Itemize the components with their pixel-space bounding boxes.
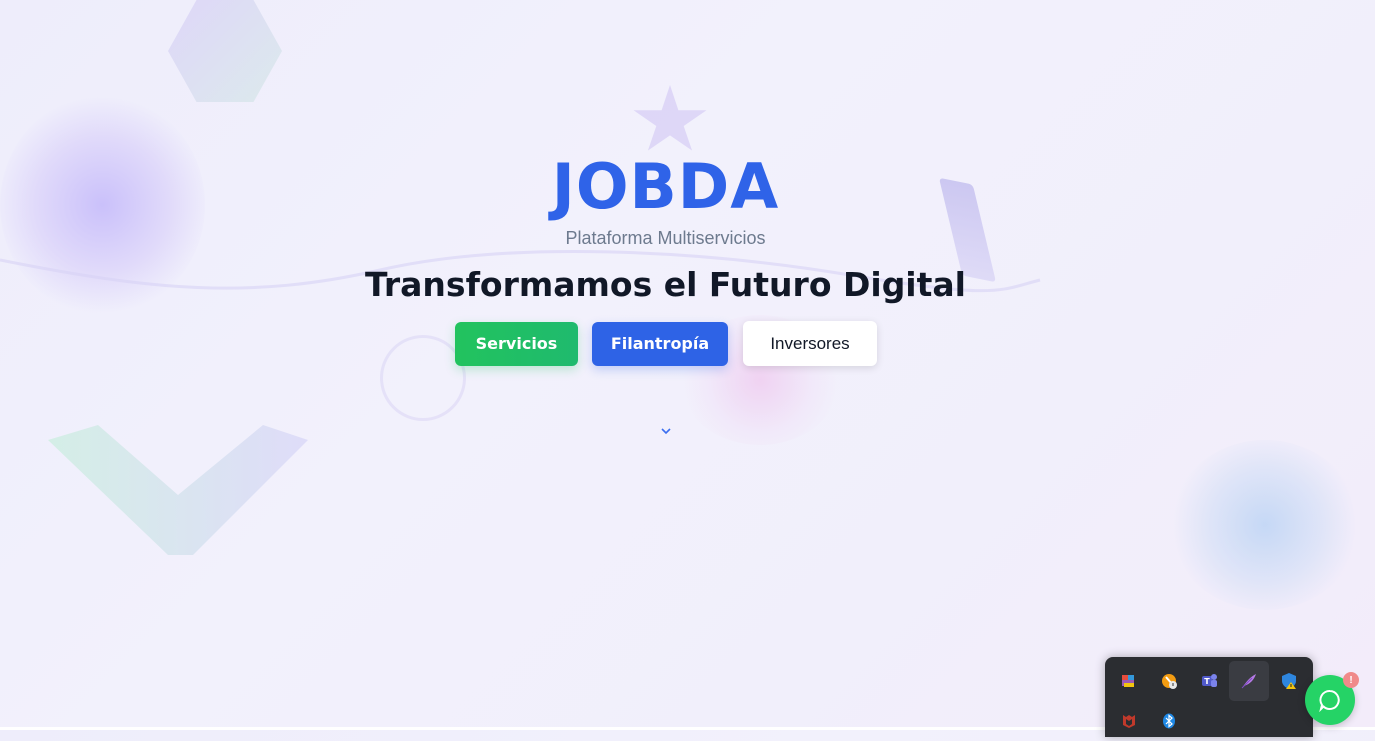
hero-subtitle: Plataforma Multiservicios — [565, 228, 766, 248]
background-star-shape — [633, 85, 707, 151]
whatsapp-notification-badge: ! — [1343, 672, 1359, 688]
system-tray-overflow: T — [1105, 657, 1313, 737]
background-blob-blue — [1170, 440, 1360, 610]
philanthropy-button[interactable]: Filantropía — [592, 321, 728, 366]
background-chevron-shape — [48, 425, 308, 555]
vlc-alert-icon[interactable] — [1149, 661, 1189, 701]
hero-buttons: Servicios Filantropía Inversores — [455, 321, 877, 366]
hero-headline: Transformamos el Futuro Digital — [365, 265, 966, 304]
picpick-icon[interactable] — [1109, 661, 1149, 701]
hero-section: JOBDA Plataforma Multiservicios Transfor… — [0, 150, 1375, 304]
services-button[interactable]: Servicios — [455, 321, 578, 366]
svg-text:T: T — [1204, 677, 1210, 686]
background-hexagon-shape — [168, 0, 282, 102]
scroll-down-chevron-icon[interactable] — [658, 425, 674, 441]
defender-warning-icon[interactable] — [1269, 661, 1309, 701]
teams-icon[interactable]: T — [1189, 661, 1229, 701]
mcafee-icon[interactable] — [1109, 701, 1149, 741]
brand-logo[interactable]: JOBDA — [0, 150, 1353, 224]
investors-button[interactable]: Inversores — [743, 321, 877, 366]
background-ring-shape — [380, 335, 466, 421]
feather-icon[interactable] — [1229, 661, 1269, 701]
whatsapp-icon — [1319, 690, 1340, 712]
bluetooth-icon[interactable] — [1149, 701, 1189, 741]
